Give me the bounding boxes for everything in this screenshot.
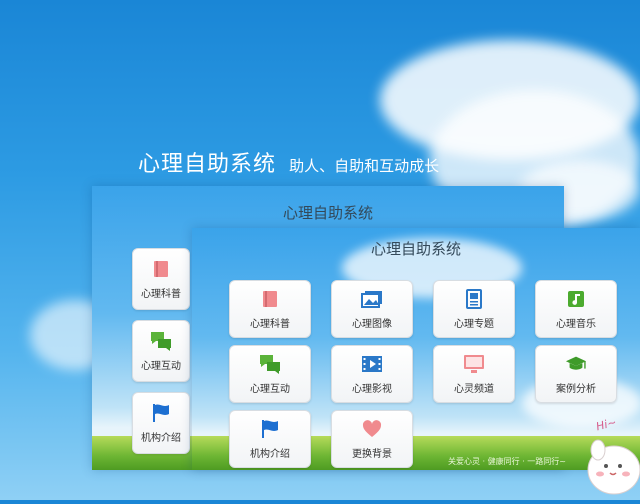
front-panel-title: 心理自助系统 <box>370 240 461 258</box>
back-tile-interaction[interactable]: 心理互动 <box>132 320 190 382</box>
tile-about-institution[interactable]: 机构介绍 <box>229 410 311 468</box>
back-panel-title: 心理自助系统 <box>282 204 373 222</box>
tile-label: 心理科普 <box>141 288 181 300</box>
chat-icon <box>259 354 281 374</box>
book-icon <box>259 289 281 309</box>
tile-psych-music[interactable]: 心理音乐 <box>535 280 617 338</box>
tile-label: 心理专题 <box>454 318 494 330</box>
tile-soul-channel[interactable]: 心灵频道 <box>433 345 515 403</box>
hero-title: 心理自助系统 <box>138 152 277 177</box>
flag-icon <box>259 419 281 439</box>
tile-label: 机构介绍 <box>141 432 181 444</box>
chat-icon <box>150 331 172 351</box>
tile-label: 更换背景 <box>352 448 392 460</box>
monitor-icon <box>463 354 485 374</box>
tile-change-background[interactable]: 更换背景 <box>331 410 413 468</box>
flag-icon <box>150 403 172 423</box>
tile-psych-films[interactable]: 心理影视 <box>331 345 413 403</box>
document-icon <box>463 288 485 309</box>
tile-label: 心灵频道 <box>454 383 494 395</box>
tile-case-analysis[interactable]: 案例分析 <box>535 345 617 403</box>
hero-heading: 心理自助系统 助人、自助和互动成长 <box>138 146 439 178</box>
book-icon <box>150 259 172 279</box>
tile-label: 心理互动 <box>141 360 181 372</box>
graduation-cap-icon <box>565 354 587 374</box>
heart-icon <box>361 419 383 439</box>
tile-label: 心理图像 <box>352 318 392 330</box>
tile-label: 心理科普 <box>250 318 290 330</box>
film-icon <box>361 354 383 374</box>
tile-label: 心理音乐 <box>556 318 596 330</box>
tile-label: 机构介绍 <box>250 448 290 460</box>
tile-psych-science[interactable]: 心理科普 <box>229 280 311 338</box>
tile-label: 心理影视 <box>352 383 392 395</box>
images-icon <box>361 289 383 309</box>
front-app-window: 心理自助系统 心理科普 心理图像 心理专题 心理音乐 心理互动 心理影视 心灵频… <box>192 228 640 470</box>
tile-psych-interaction[interactable]: 心理互动 <box>229 345 311 403</box>
banner-slogan: 关爱心灵 · 健康同行 · 一路同行~ <box>448 457 566 466</box>
tile-label: 心理互动 <box>250 383 290 395</box>
hero-subtitle: 助人、自助和互动成长 <box>289 157 440 175</box>
back-tile-science[interactable]: 心理科普 <box>132 248 190 310</box>
music-icon <box>565 289 587 309</box>
tile-psych-images[interactable]: 心理图像 <box>331 280 413 338</box>
back-tile-about[interactable]: 机构介绍 <box>132 392 190 454</box>
tile-psych-topics[interactable]: 心理专题 <box>433 280 515 338</box>
tile-label: 案例分析 <box>556 383 596 395</box>
